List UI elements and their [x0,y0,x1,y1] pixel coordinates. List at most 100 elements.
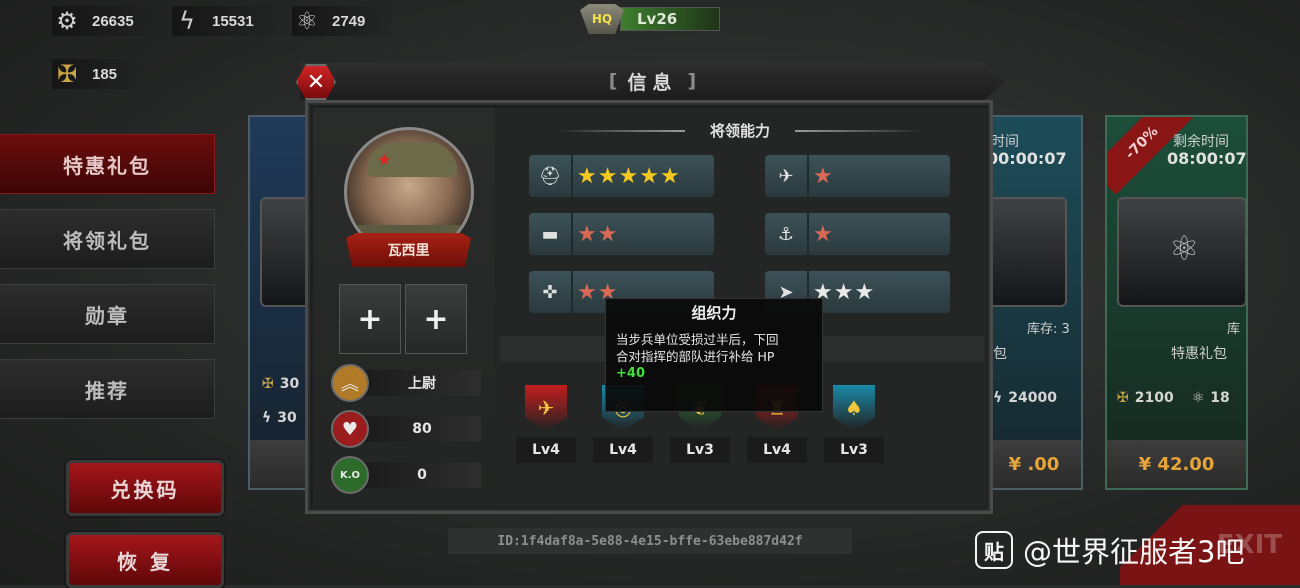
time-label: 时间 [991,134,1019,150]
chest-image: ⚛ [1117,197,1246,307]
modal-title: 信息 [627,71,678,94]
star-icon: ★ [577,221,598,247]
ability-tooltip: 组织力 当步兵单位受损过半后，下回 合对指挥的部队进行补给 HP +40 [605,298,823,412]
medal-icon: ✠ [56,60,78,88]
ability-stars: ★★ [577,222,618,247]
tooltip-bonus: +40 [616,366,645,381]
chest-image [987,197,1067,307]
modal-header: [ 信息 ] [300,62,1005,100]
ability-infantry[interactable]: ⛑ ★★★★★ [529,155,714,197]
power-value: 15531 [212,12,254,30]
star-icon: ★ [577,163,598,189]
medal-level: Lv4 [516,437,576,463]
medal-badge: ♠ [833,385,875,431]
close-icon: ✕ [306,69,326,95]
medal-level: Lv3 [824,437,884,463]
artillery-icon: ✜ [529,271,573,313]
atom-icon: ⚛ [1169,229,1200,269]
medal-1[interactable]: ✈ Lv4 [515,385,577,467]
ability-tank[interactable]: ▬ ★★ [529,213,714,255]
tooltip-line-2: 合对指挥的部队进行补给 HP [616,349,775,364]
tooltip-body: 当步兵单位受损过半后，下回 合对指挥的部队进行补给 HP [606,323,822,365]
card-right-price[interactable]: ¥ 42.00 [1107,440,1246,488]
medal-badge: ✈ [525,385,567,431]
medal-level: Lv4 [747,437,807,463]
medal-value: 185 [92,65,118,83]
sidebar-item-special-pack[interactable]: 特惠礼包 [0,134,215,194]
card-left-row2: ϟ 30 [262,410,297,426]
atom-icon: ⚛ [296,7,318,35]
rank-value: 上尉 [363,370,481,396]
hq-level-value: Lv26 [620,7,720,31]
stock-count: 库 [1227,322,1241,337]
gear-value: 26635 [92,12,134,30]
star-icon: ★ [813,221,834,247]
helmet-ko-icon: K.O [331,456,369,494]
tank-icon: ▬ [529,213,573,255]
stock-count: 库存: 3 [1027,322,1070,337]
star-icon: ★ [577,279,598,305]
time-label: 剩余时间 [1173,134,1229,150]
star-icon: ★ [813,163,834,189]
gear-icon: ⚙ [56,7,78,35]
card-right-row: ✠ 2100 ⚛ 18 [1117,390,1230,406]
star-icon: ★ [618,163,640,189]
stat-ko: K.O 0 [331,456,481,494]
equip-slot-2[interactable]: + [405,284,467,354]
offer-card-right[interactable]: -70% 剩余时间 08:00:07 ⚛ 库 特惠礼包 ✠ 2100 ⚛ 18 ¥ … [1105,115,1248,490]
tieba-logo-icon: 贴 [975,531,1013,569]
star-icon: ★ [597,163,619,189]
resource-medal: ✠ 185 [52,59,148,89]
lightning-icon: ϟ [262,410,272,426]
bracket-left: [ [608,70,618,92]
watermark: 贴 @世界征服者3吧 [975,530,1244,570]
atom-value: 2749 [332,12,366,30]
pack-name: 包 [993,346,1007,362]
sidebar-item-general-pack[interactable]: 将领礼包 [0,209,215,269]
star-icon: ★ [659,163,681,189]
ability-air[interactable]: ✈ ★ [765,155,950,197]
star-icon: ★ [377,150,392,169]
star-icon: ★ [597,221,619,247]
resource-gear: ⚙ 26635 [52,6,164,36]
stat-health: ♥ 80 [331,410,481,448]
medal-level: Lv3 [670,437,730,463]
card-mid-row: ϟ 24000 [993,390,1057,406]
aircraft-icon: ✈ [765,155,809,197]
time-remaining: 08:00:07 [1167,149,1247,168]
star-icon: ★ [854,279,876,305]
hq-level[interactable]: HQ Lv26 [580,4,720,34]
heart-icon: ♥ [331,410,369,448]
rank-chevron-icon: ︽ [331,364,369,402]
equip-slot-1[interactable]: + [339,284,401,354]
stat-rank: ︽ 上尉 [331,364,481,402]
ability-stars: ★★★★★ [577,164,681,189]
offer-card-mid[interactable]: 时间 00:00:07 库存: 3 包 ϟ 24000 ¥ .00 [985,115,1083,490]
medal-icon: ✠ [262,376,274,392]
watermark-text: @世界征服者3吧 [1023,535,1245,569]
restore-button[interactable]: 恢 复 [66,532,224,588]
lightning-icon: ϟ [179,7,195,35]
medal-5[interactable]: ♠ Lv3 [823,385,885,467]
star-icon: ★ [639,163,660,189]
medal-icon: ✠ [1117,390,1129,406]
sidebar-item-recommend[interactable]: 推荐 [0,359,215,419]
time-remaining: 00:00:07 [987,149,1067,168]
ability-navy[interactable]: ⚓ ★ [765,213,950,255]
hq-badge: HQ [580,4,624,34]
player-id: ID:1f4daf8a-5e88-4e15-bffe-63ebe887d42f [448,528,852,554]
resource-power: ϟ 15531 [172,6,284,36]
general-name: 瓦西里 [346,233,471,267]
abilities-title: 将领能力 [555,120,925,141]
star-icon: ★ [833,279,855,305]
medal-level: Lv4 [593,437,653,463]
general-panel: ★ 瓦西里 + + ︽ 上尉 ♥ 80 K.O 0 [313,108,495,508]
card-mid-price[interactable]: ¥ .00 [987,440,1081,488]
tooltip-title: 组织力 [691,304,737,322]
infantry-icon: ⛑ [529,155,573,197]
redeem-code-button[interactable]: 兑换码 [66,460,224,516]
ko-value: 0 [363,462,481,488]
health-value: 80 [363,416,481,442]
sidebar-item-medals[interactable]: 勋章 [0,284,215,344]
lightning-icon: ϟ [993,390,1003,406]
